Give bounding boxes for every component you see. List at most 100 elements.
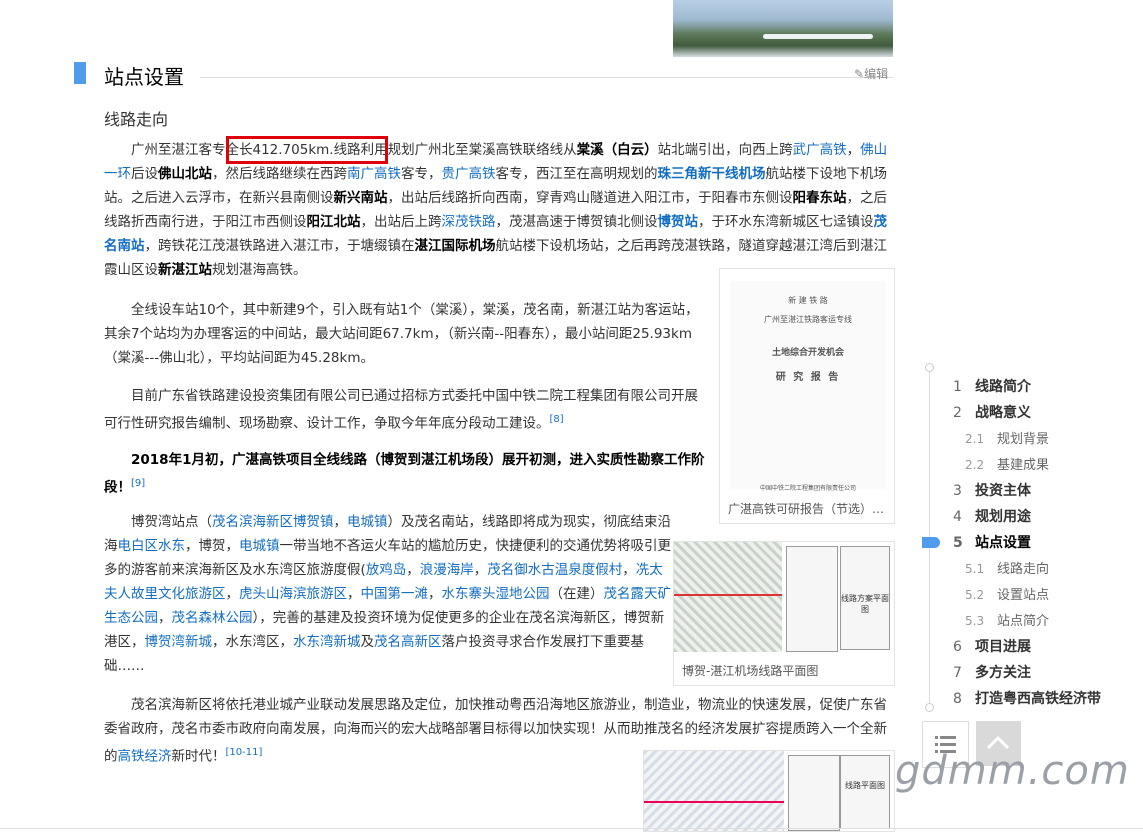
inline-link[interactable]: 水东寨头湿地公园: [442, 586, 550, 602]
inline-link[interactable]: 珠三角新干线机场: [658, 166, 766, 182]
text-run: ，: [347, 586, 361, 602]
inline-link[interactable]: 电白区水东: [118, 538, 186, 554]
inline-link[interactable]: 电城镇: [239, 538, 280, 554]
toc-label: 站点简介: [997, 614, 1050, 629]
text-run: （在建）: [549, 586, 604, 602]
toc-number: 8: [953, 691, 962, 707]
toc-item-2-1[interactable]: 2.1 规划背景: [965, 428, 1049, 447]
pencil-icon: ✎: [854, 67, 865, 81]
toc-track: [929, 366, 930, 706]
paragraph-bohe: 博贺湾站点（茂名滨海新区博贺镇，电城镇）及茂名南站，线路即将成为现实，彻底结束沿…: [104, 510, 676, 678]
toc-start-dot: [925, 363, 934, 372]
inline-link[interactable]: 贵广高铁: [442, 166, 496, 182]
bold-text: 新湛江站: [158, 262, 212, 278]
ref-link[interactable]: [9]: [131, 478, 145, 489]
inline-link[interactable]: 武广高铁: [793, 142, 847, 158]
toc-item-3[interactable]: 3 投资主体: [953, 480, 1031, 500]
text-run: ，: [333, 514, 348, 530]
toc-item-1[interactable]: 1 线路简介: [953, 376, 1031, 396]
bold-text: 佛山北站: [158, 166, 212, 182]
text-run: ，于环水东湾新城区七迳镇设: [698, 214, 874, 230]
edit-label: 编辑: [864, 67, 889, 81]
inline-link[interactable]: 南广高铁: [347, 166, 401, 182]
toc-item-2[interactable]: 2 战略意义: [953, 402, 1031, 422]
toc-label: 多方关注: [975, 665, 1031, 681]
paragraph-survey: 2018年1月初，广湛高铁项目全线线路（博贺到湛江机场段）展开初测，进入实质性勘…: [104, 452, 705, 496]
toc-number: 2.1: [965, 432, 985, 446]
inline-link[interactable]: 虎头山海滨旅游区: [239, 586, 347, 602]
toc-number: 7: [953, 665, 962, 681]
text-run: ，: [473, 562, 488, 578]
text-run: ，茂湛高速于博贺镇北侧设: [495, 214, 658, 230]
toc-item-5-2[interactable]: 5.2 设置站点: [965, 584, 1049, 603]
toc-label: 规划背景: [997, 432, 1050, 447]
inline-link[interactable]: 茂名滨海新区博贺镇: [212, 514, 334, 530]
inline-link[interactable]: 深茂铁路: [442, 214, 496, 230]
text-run: 站北端引出，向西上跨: [657, 142, 793, 158]
bottom-border: [0, 828, 1143, 829]
text-run: ，出站后线路折向西南，穿青鸡山隧道进入阳江市，于阳春市东侧设: [387, 190, 793, 206]
toc-item-5-3[interactable]: 5.3 站点简介: [965, 610, 1049, 629]
text-run: 客专，西江至在高明规划的: [495, 166, 658, 182]
header-photo: [673, 0, 893, 57]
toc-item-2-2[interactable]: 2.2 基建成果: [965, 454, 1049, 473]
inline-link[interactable]: 中国第一滩: [361, 586, 429, 602]
toc-item-6[interactable]: 6 项目进展: [953, 636, 1031, 656]
inline-link[interactable]: 高铁经济: [118, 749, 172, 765]
text-run: ，博贺，: [185, 538, 239, 554]
text-run: 后设: [131, 166, 158, 182]
toc-label: 规划用途: [975, 509, 1031, 525]
text-run: ，然后线路继续在西跨: [212, 166, 347, 182]
inline-link[interactable]: 博贺湾新城: [145, 634, 213, 650]
toc-item-7[interactable]: 7 多方关注: [953, 662, 1031, 682]
ref-link[interactable]: [10-11]: [226, 747, 263, 758]
paragraph-stations: 全线设车站10个，其中新建9个，引入既有站1个（棠溪），棠溪，茂名南，新湛江站为…: [104, 302, 699, 366]
inline-link[interactable]: 博贺站: [658, 214, 699, 230]
inline-link[interactable]: 茂名高新区: [374, 634, 442, 650]
text-run: 新时代！: [171, 748, 226, 765]
figure-route-map[interactable]: 线路方案平面图 博贺-湛江机场线路平面图: [673, 541, 895, 686]
text-run: 及: [360, 634, 375, 650]
toc-label: 设置站点: [997, 588, 1050, 603]
text-run: ，: [846, 142, 861, 158]
figure-report[interactable]: 新 建 铁 路 广州至湛江铁路客运专线 土地综合开发机会 研 究 报 告 中国中…: [719, 268, 895, 524]
toc-label: 线路走向: [997, 562, 1050, 577]
text-run: ，跨铁花江茂湛铁路进入湛江市，于塘缀镇在: [144, 238, 415, 254]
figure-caption: 博贺-湛江机场线路平面图: [682, 664, 819, 678]
inline-link[interactable]: 茂名森林公园: [172, 610, 253, 626]
map-image: 线路方案平面图: [674, 542, 894, 654]
ref-link[interactable]: [8]: [550, 414, 564, 425]
toc-number: 3: [953, 483, 962, 499]
bold-text: 阳春东站: [792, 190, 847, 206]
text-run: ，水东湾区，: [212, 634, 293, 650]
text-run: ，: [622, 562, 636, 578]
toc-item-5[interactable]: 5 站点设置: [953, 532, 1031, 552]
text-run: ，: [225, 586, 240, 602]
text-run: ，: [406, 562, 420, 578]
toc-active-marker: [922, 537, 940, 548]
toc-number: 5.2: [965, 588, 985, 602]
toc-label: 基建成果: [997, 458, 1050, 473]
toc-label: 战略意义: [975, 405, 1031, 421]
inline-link[interactable]: 水东湾新城: [293, 634, 361, 650]
inline-link[interactable]: 浪漫海岸: [420, 562, 474, 578]
section-marker: [74, 62, 86, 84]
toc-label: 站点设置: [975, 535, 1031, 551]
bold-text: 新兴南站: [333, 190, 388, 206]
inline-link[interactable]: 放鸡岛: [366, 562, 407, 578]
edit-button[interactable]: ✎编辑: [854, 65, 888, 82]
inline-link[interactable]: 茂名御水古温泉度假村: [487, 562, 622, 578]
toc-number: 2: [953, 405, 962, 421]
toc-number: 4: [953, 509, 962, 525]
figure-route-map-2[interactable]: 线路平面图: [643, 750, 895, 832]
toc-item-8[interactable]: 8 打造粤西高铁经济带: [953, 688, 1101, 708]
toc-item-4[interactable]: 4 规划用途: [953, 506, 1031, 526]
toc-item-5-1[interactable]: 5.1 线路走向: [965, 558, 1049, 577]
toc-label: 线路简介: [975, 379, 1031, 395]
text-run: ，: [428, 586, 442, 602]
paragraph-progress: 目前广东省铁路建设投资集团有限公司已通过招标方式委托中国中铁二院工程集团有限公司…: [104, 388, 698, 432]
toc-label: 投资主体: [975, 483, 1031, 499]
toc-number: 5.3: [965, 614, 985, 628]
inline-link[interactable]: 电城镇: [347, 514, 388, 530]
toc-number: 5: [953, 535, 963, 551]
